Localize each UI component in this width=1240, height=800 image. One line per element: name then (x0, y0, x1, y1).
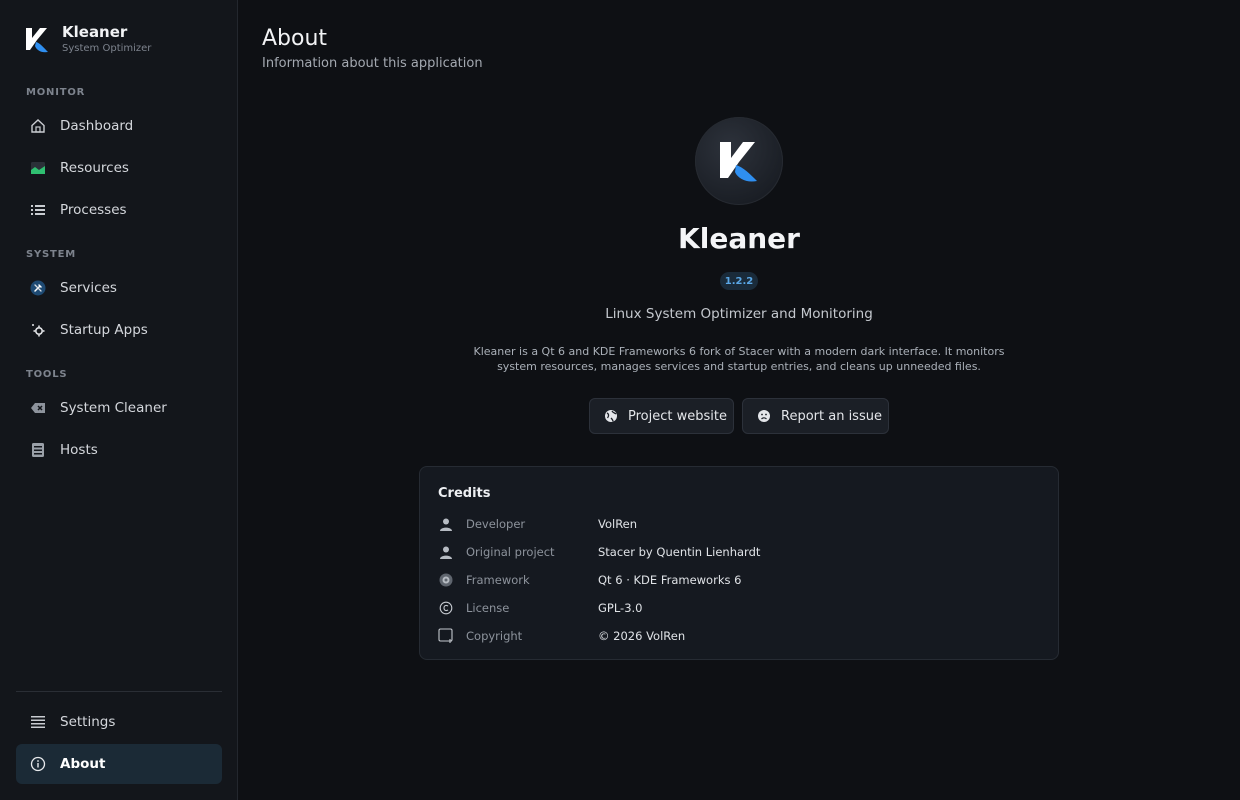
gear-icon (29, 321, 47, 339)
app-tagline: Linux System Optimizer and Monitoring (605, 306, 873, 322)
app-name: Kleaner (678, 222, 800, 255)
credit-row-license: License GPL-3.0 (438, 598, 1038, 618)
tools-icon (29, 279, 47, 297)
sidebar: Kleaner System Optimizer MONITOR Dashboa… (0, 0, 238, 800)
sidebar-item-label: Services (60, 280, 117, 296)
cog-icon (438, 572, 454, 588)
project-website-button[interactable]: Project website (589, 398, 734, 434)
brand: Kleaner System Optimizer (24, 24, 151, 56)
sidebar-item-label: System Cleaner (60, 400, 167, 416)
brand-name: Kleaner (62, 23, 128, 41)
sidebar-item-startup-apps[interactable]: Startup Apps (16, 310, 222, 350)
project-website-label: Project website (628, 408, 727, 424)
section-label-tools: TOOLS (26, 369, 68, 380)
sidebar-item-dashboard[interactable]: Dashboard (16, 106, 222, 146)
sidebar-item-system-cleaner[interactable]: System Cleaner (16, 388, 222, 428)
window-icon (438, 628, 454, 644)
main-content: About Information about this application… (238, 0, 1240, 800)
section-label-system: SYSTEM (26, 249, 77, 260)
credit-value: VolRen (598, 517, 638, 531)
sad-face-icon (757, 409, 771, 423)
sidebar-item-label: About (60, 756, 106, 772)
user-icon (438, 544, 454, 560)
credit-label: License (466, 601, 510, 615)
credits-card: Credits Developer VolRen Original projec… (419, 466, 1059, 660)
server-icon (29, 441, 47, 459)
sidebar-item-services[interactable]: Services (16, 268, 222, 308)
version-badge: 1.2.2 (720, 272, 758, 290)
app-logo (695, 117, 783, 205)
credit-value: Stacer by Quentin Lienhardt (598, 545, 761, 559)
kleaner-logo-icon (720, 142, 757, 182)
app-description: Kleaner is a Qt 6 and KDE Frameworks 6 f… (473, 345, 1005, 373)
credit-row-developer: Developer VolRen (438, 514, 1038, 534)
sidebar-item-label: Dashboard (60, 118, 134, 134)
credits-title: Credits (438, 486, 491, 501)
credit-row-framework: Framework Qt 6 · KDE Frameworks 6 (438, 570, 1038, 590)
credit-row-copyright: Copyright © 2026 VolRen (438, 626, 1038, 646)
sidebar-item-label: Resources (60, 160, 129, 176)
report-issue-label: Report an issue (781, 408, 882, 424)
page-subtitle: Information about this application (262, 56, 483, 71)
info-icon (29, 755, 47, 773)
report-issue-button[interactable]: Report an issue (742, 398, 889, 434)
sidebar-item-label: Settings (60, 714, 116, 730)
sidebar-item-settings[interactable]: Settings (16, 702, 222, 742)
kleaner-logo-icon (26, 28, 48, 53)
credit-label: Developer (466, 517, 526, 531)
sidebar-divider (16, 691, 222, 692)
sidebar-item-label: Hosts (60, 442, 98, 458)
credit-value: © 2026 VolRen (598, 629, 686, 643)
home-icon (29, 117, 47, 135)
brand-subtitle: System Optimizer (62, 43, 152, 54)
app-window: Kleaner System Optimizer MONITOR Dashboa… (0, 0, 1240, 800)
page-title: About (262, 26, 328, 51)
credit-value: Qt 6 · KDE Frameworks 6 (598, 573, 742, 587)
credit-value: GPL-3.0 (598, 601, 643, 615)
credit-label: Original project (466, 545, 555, 559)
list-icon (29, 201, 47, 219)
clear-icon (29, 399, 47, 417)
sidebar-item-resources[interactable]: Resources (16, 148, 222, 188)
copyright-icon (438, 600, 454, 616)
sidebar-item-hosts[interactable]: Hosts (16, 430, 222, 470)
user-icon (438, 516, 454, 532)
chart-area-icon (29, 159, 47, 177)
credit-label: Copyright (466, 629, 523, 643)
sidebar-item-processes[interactable]: Processes (16, 190, 222, 230)
credit-row-original-project: Original project Stacer by Quentin Lienh… (438, 542, 1038, 562)
menu-icon (29, 713, 47, 731)
sidebar-item-about[interactable]: About (16, 744, 222, 784)
sidebar-item-label: Processes (60, 202, 127, 218)
credit-label: Framework (466, 573, 530, 587)
sidebar-item-label: Startup Apps (60, 322, 148, 338)
globe-icon (604, 409, 618, 423)
section-label-monitor: MONITOR (26, 87, 86, 98)
